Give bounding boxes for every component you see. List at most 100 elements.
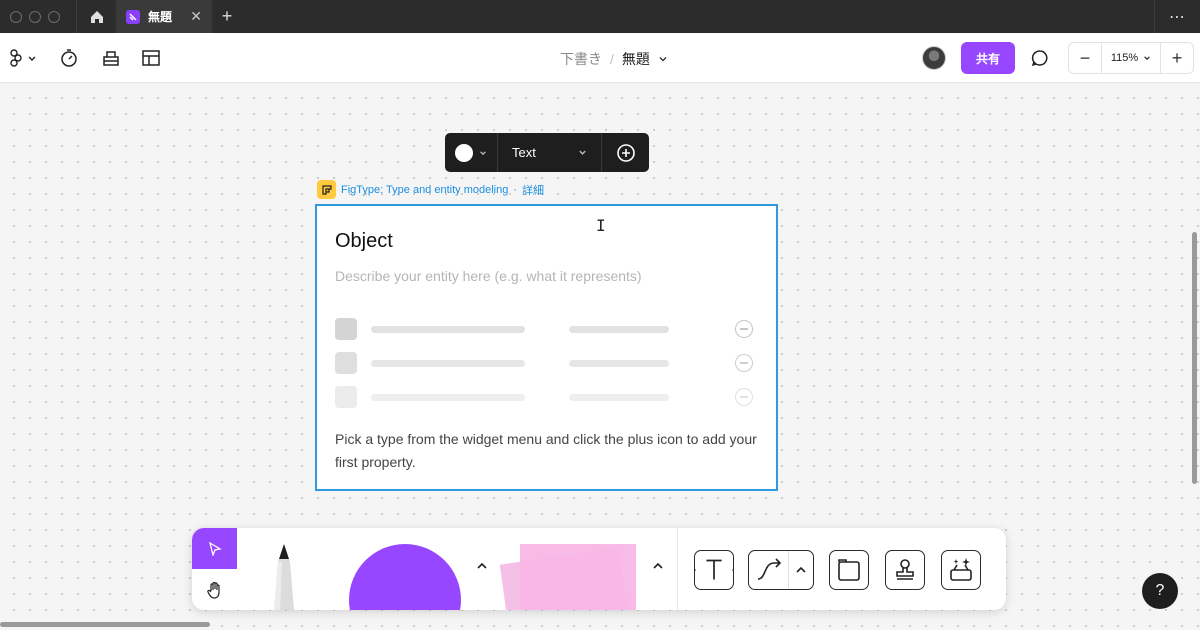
property-placeholder-row: [335, 318, 755, 340]
label-separator: ·: [513, 183, 518, 196]
text-cursor-icon: I: [596, 216, 606, 235]
help-button[interactable]: ?: [1142, 573, 1178, 609]
chevron-down-icon[interactable]: [658, 54, 668, 64]
close-window-button[interactable]: [10, 10, 22, 23]
new-tab-button[interactable]: +: [212, 6, 242, 27]
property-name-placeholder: [371, 394, 525, 401]
figtype-plugin-icon: [317, 180, 336, 199]
breadcrumb-separator: /: [610, 51, 614, 67]
shape-tool-icon[interactable]: [349, 544, 461, 610]
property-type-placeholder: [335, 318, 357, 340]
zoom-out-button[interactable]: −: [1069, 43, 1101, 73]
top-toolbar: 下書き / 無題 共有 − 115% +: [0, 33, 1200, 83]
maximize-window-button[interactable]: [48, 10, 60, 23]
property-value-placeholder: [569, 326, 669, 333]
connector-tool-button[interactable]: [749, 551, 789, 588]
cursor-arrow-icon: [208, 541, 222, 556]
creation-dock: [192, 528, 1006, 610]
property-placeholder-row: [335, 386, 755, 408]
chevron-up-icon: [796, 566, 806, 573]
type-select-value: Text: [512, 145, 536, 160]
widget-property-toolbar: Text: [445, 133, 649, 172]
empty-state-hint: Pick a type from the widget menu and cli…: [335, 431, 757, 470]
library-button[interactable]: [99, 46, 123, 70]
entity-description-input[interactable]: Describe your entity here (e.g. what it …: [335, 268, 642, 284]
file-title[interactable]: 無題: [622, 49, 650, 69]
property-value-placeholder: [569, 360, 669, 367]
shape-tools-expand-button[interactable]: [474, 558, 490, 574]
connector-tool[interactable]: [748, 550, 814, 590]
hand-icon: [206, 581, 220, 599]
chevron-down-icon: [579, 150, 586, 155]
close-tab-icon[interactable]: ✕: [190, 8, 202, 25]
chevron-down-icon: [480, 150, 486, 155]
property-type-placeholder: [335, 352, 357, 374]
entity-title[interactable]: Object: [335, 230, 393, 253]
section-tool-button[interactable]: [829, 550, 869, 590]
horizontal-scrollbar[interactable]: [0, 622, 210, 627]
breadcrumb: 下書き / 無題: [560, 49, 668, 69]
hand-tool-button[interactable]: [192, 569, 237, 610]
dock-divider: [677, 528, 678, 610]
property-value-placeholder: [569, 394, 669, 401]
remove-circle-icon: [735, 354, 753, 372]
timer-button[interactable]: [57, 46, 81, 70]
widget-source-label: FigType: Type and entity modeling · 詳細: [317, 180, 544, 199]
widget-details-link[interactable]: 詳細: [522, 182, 544, 198]
stamp-icon: [896, 559, 914, 580]
figma-logo-icon: [10, 49, 36, 67]
zoom-level-dropdown[interactable]: 115%: [1101, 43, 1161, 73]
zoom-control: − 115% +: [1068, 42, 1194, 74]
tab-title: 無題: [148, 10, 173, 24]
entity-widget[interactable]: Object Describe your entity here (e.g. w…: [315, 204, 778, 491]
stamp-tool-button[interactable]: [885, 550, 925, 590]
type-select[interactable]: Text: [498, 133, 602, 172]
property-type-placeholder: [335, 386, 357, 408]
main-menu-button[interactable]: [8, 46, 38, 70]
color-picker[interactable]: [445, 133, 498, 172]
more-options-icon[interactable]: ⋯: [1154, 0, 1200, 33]
minimize-window-button[interactable]: [29, 10, 41, 23]
zoom-level-value: 115%: [1110, 52, 1139, 64]
share-button[interactable]: 共有: [961, 42, 1015, 74]
property-name-placeholder: [371, 360, 525, 367]
figjam-file-icon: [126, 9, 140, 24]
property-name-placeholder: [371, 326, 525, 333]
connector-options-button[interactable]: [789, 551, 813, 589]
widget-box-icon: [103, 51, 119, 66]
add-property-button[interactable]: [602, 143, 649, 163]
zoom-in-button[interactable]: +: [1161, 43, 1193, 73]
section-icon: [838, 559, 860, 581]
comment-icon: [1031, 50, 1048, 67]
ai-toolbox-icon: [950, 558, 972, 581]
templates-button[interactable]: [139, 46, 163, 70]
home-icon: [90, 10, 103, 23]
vertical-scrollbar[interactable]: [1192, 232, 1197, 484]
timer-icon: [61, 49, 77, 67]
window-controls: [0, 10, 76, 23]
connector-icon: [757, 557, 781, 580]
plus-circle-icon: [616, 143, 635, 162]
text-tool-button[interactable]: [694, 550, 734, 590]
title-bar: 無題 ✕ + ⋯: [0, 0, 1200, 33]
layout-icon: [142, 50, 160, 66]
chevron-up-icon: [477, 562, 487, 569]
comments-button[interactable]: [1028, 46, 1052, 70]
marker-tool-icon[interactable]: [258, 542, 310, 610]
chevron-up-icon: [653, 562, 663, 569]
widget-plugin-name[interactable]: FigType: Type and entity modeling: [341, 184, 508, 196]
home-tab[interactable]: [76, 0, 116, 33]
color-swatch: [455, 143, 473, 162]
sticky-note-tool-icon[interactable]: [520, 544, 636, 610]
avatar[interactable]: [922, 46, 946, 70]
document-tab[interactable]: 無題 ✕: [116, 0, 212, 33]
property-placeholder-row: [335, 352, 755, 374]
more-tools-button[interactable]: [941, 550, 981, 590]
remove-circle-icon: [735, 388, 753, 406]
breadcrumb-drafts[interactable]: 下書き: [560, 49, 602, 69]
remove-circle-icon: [735, 320, 753, 338]
text-icon: [695, 559, 733, 580]
sticky-tools-expand-button[interactable]: [650, 558, 666, 574]
move-tool-button[interactable]: [192, 528, 237, 569]
chevron-down-icon: [1144, 56, 1151, 61]
